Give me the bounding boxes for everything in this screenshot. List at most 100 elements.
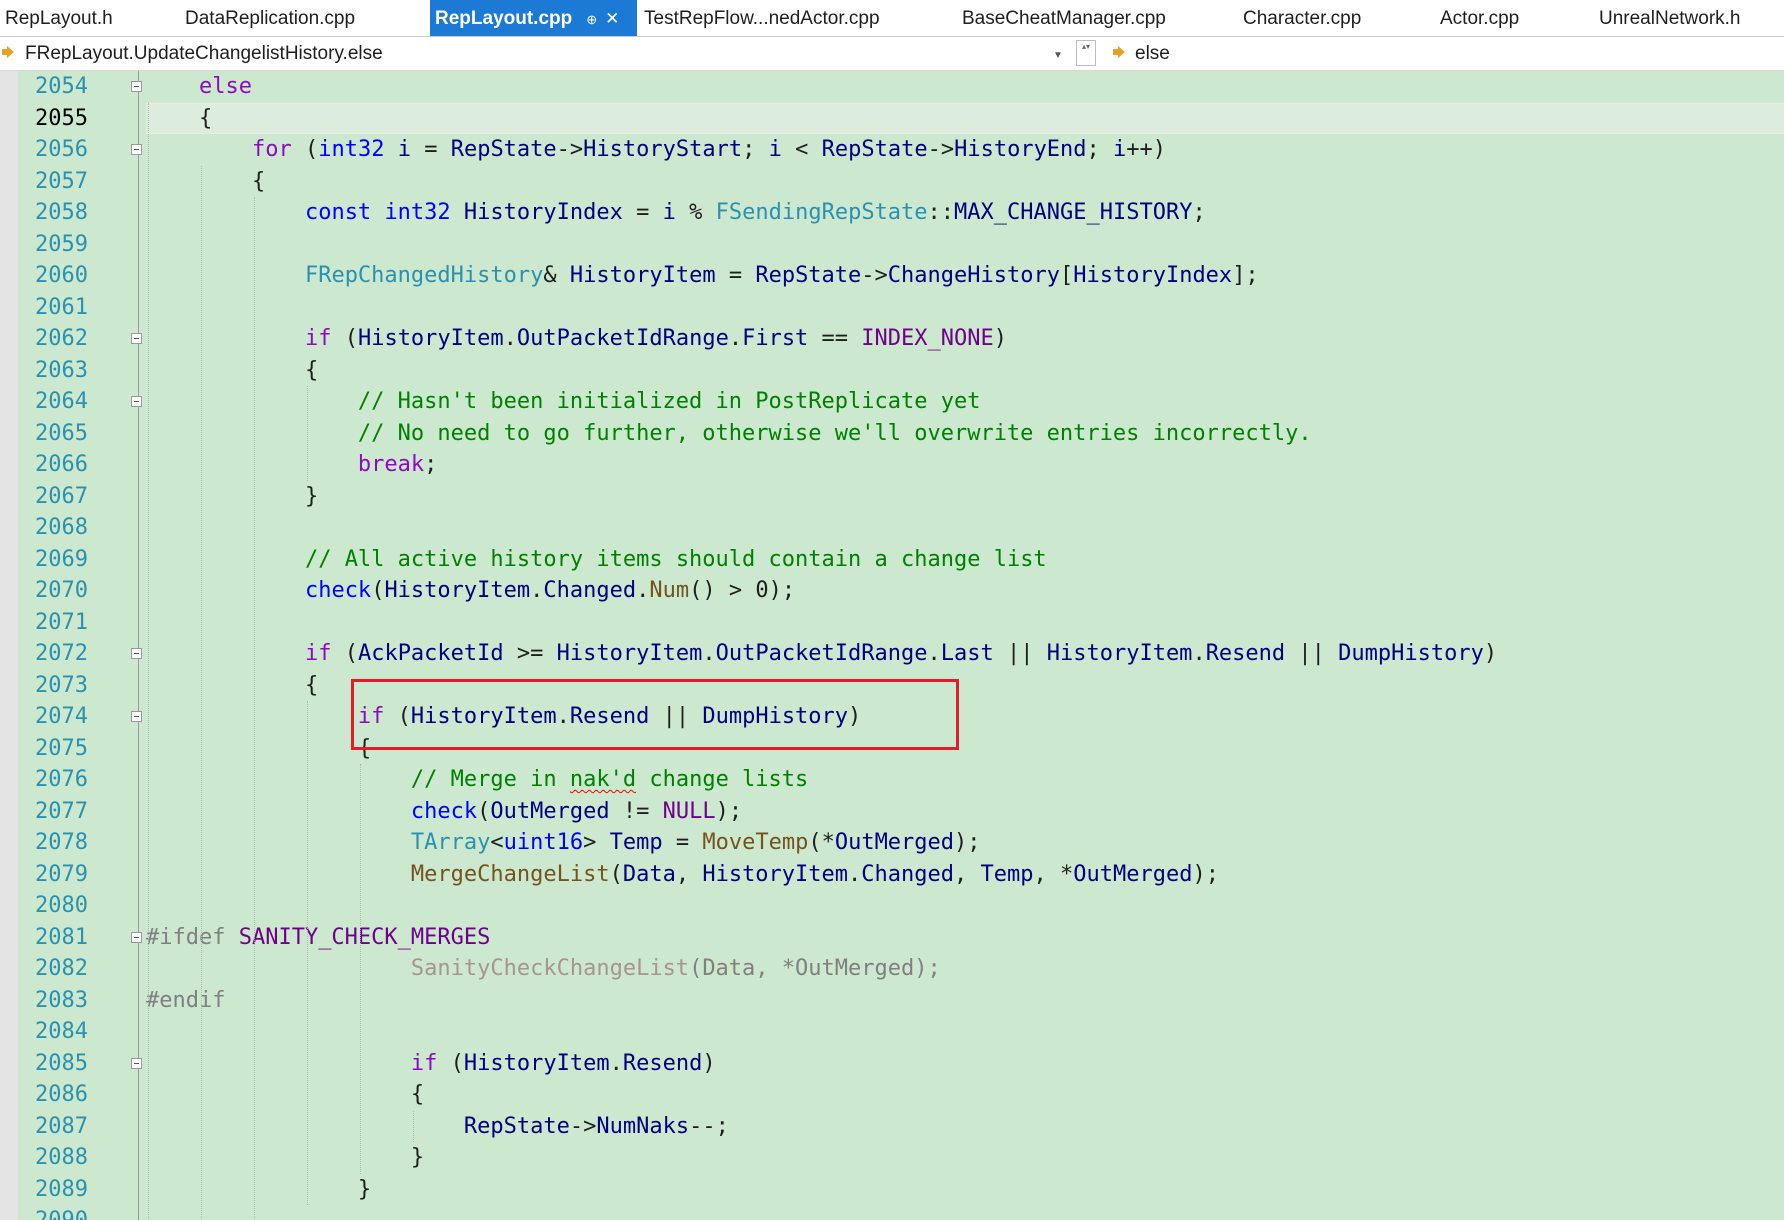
line-code: SanityCheckChangeList(Data, *OutMerged); (146, 953, 941, 985)
code-line[interactable]: 2058 const int32 HistoryIndex = i % FSen… (0, 197, 1784, 229)
code-line[interactable]: 2087 RepState->NumNaks--; (0, 1111, 1784, 1143)
code-token: HistoryIndex (1073, 263, 1233, 288)
code-token: ( (371, 578, 385, 603)
line-number: 2055 (35, 105, 88, 131)
code-line[interactable]: 2067 } (0, 481, 1784, 513)
code-token: Changed (861, 861, 954, 887)
code-token: NULL (662, 798, 716, 824)
code-token: Temp (980, 861, 1034, 887)
code-token: Changed (543, 578, 637, 603)
member-dropdown[interactable]: else (1135, 43, 1170, 65)
code-line[interactable]: 2057 { (0, 166, 1784, 198)
collapse-icon[interactable] (131, 333, 142, 344)
code-line[interactable]: 2068 (0, 512, 1784, 544)
code-token: ) (702, 1050, 716, 1076)
line-code: } (146, 1174, 371, 1206)
code-token: int32 (318, 137, 385, 162)
code-line[interactable]: 2060 FRepChangedHistory& HistoryItem = R… (0, 260, 1784, 292)
line-number: 2064 (35, 389, 88, 414)
code-token: break (357, 452, 425, 477)
tab-character-cpp[interactable]: Character.cpp (1238, 0, 1366, 36)
tab-replayout-cpp[interactable]: RepLayout.cpp ⊕ ✕ (430, 0, 637, 36)
code-line[interactable]: 2070 check(HistoryItem.Changed.Num() > 0… (0, 575, 1784, 607)
code-line[interactable]: 2082 SanityCheckChangeList(Data, *OutMer… (0, 953, 1784, 985)
collapse-icon[interactable] (131, 931, 142, 943)
line-code: { (146, 670, 318, 702)
tab-unrealnetwork-h[interactable]: UnrealNetwork.h (1594, 0, 1746, 36)
code-token: != (609, 798, 663, 824)
line-code: { (146, 166, 265, 198)
code-line[interactable]: 2063 { (0, 355, 1784, 387)
tab-actor-cpp[interactable]: Actor.cpp (1435, 0, 1524, 36)
code-line[interactable]: 2076 // Merge in nak'd change lists (0, 764, 1784, 796)
code-line[interactable]: 2083 #endif (0, 985, 1784, 1017)
code-line[interactable]: 2090 (0, 1205, 1784, 1220)
code-token: ); (715, 798, 743, 824)
tab-replayout-h[interactable]: RepLayout.h (0, 0, 118, 36)
code-line[interactable]: 2064 // Hasn't been initialized in PostR… (0, 386, 1784, 418)
tab-basecheatmanager-cpp[interactable]: BaseCheatManager.cpp (957, 0, 1171, 36)
code-token: MAX_CHANGE_HISTORY (954, 200, 1193, 225)
code-line[interactable]: 2066 break; (0, 449, 1784, 481)
code-line[interactable]: 2084 (0, 1016, 1784, 1048)
collapse-icon[interactable] (131, 396, 142, 407)
line-number: 2090 (20, 1205, 88, 1220)
code-line[interactable]: 2055 { (0, 103, 1784, 135)
code-line[interactable]: 2089 } (0, 1174, 1784, 1206)
code-token: (* (808, 830, 835, 855)
close-icon[interactable]: ✕ (605, 0, 619, 37)
collapse-icon[interactable] (131, 1057, 142, 1069)
code-line[interactable]: 2065 // No need to go further, otherwise… (0, 418, 1784, 450)
code-token: int32 (384, 200, 451, 225)
chevron-down-icon[interactable]: ▼ (1053, 50, 1063, 61)
code-token: // All active history items should conta… (304, 546, 1047, 572)
code-line[interactable]: 2080 (0, 890, 1784, 922)
code-token: ( (477, 798, 491, 824)
code-token: OutMerged (490, 798, 610, 824)
code-line[interactable]: 2062 if (HistoryItem.OutPacketIdRange.Fi… (0, 323, 1784, 355)
code-line[interactable]: 2054 else (0, 71, 1784, 103)
code-line[interactable]: 2079 MergeChangeList(Data, HistoryItem.C… (0, 859, 1784, 891)
code-token: = (715, 263, 756, 288)
code-token: RepState (755, 263, 862, 288)
code-line[interactable]: 2077 check(OutMerged != NULL); (0, 796, 1784, 828)
code-line[interactable]: 2069 // All active history items should … (0, 544, 1784, 576)
code-editor[interactable]: 2054 else 2055 {2056 for (int32 i = RepSt… (0, 71, 1784, 1220)
code-token: ( (609, 861, 623, 887)
tab-datareplication-cpp[interactable]: DataReplication.cpp (180, 0, 360, 36)
collapse-icon[interactable] (131, 81, 142, 92)
code-line[interactable]: 2078 TArray<uint16> Temp = MoveTemp(*Out… (0, 827, 1784, 859)
collapse-icon[interactable] (131, 144, 142, 155)
code-token: { (146, 105, 213, 131)
code-token: ) (1483, 641, 1498, 666)
code-line[interactable]: 2059 (0, 229, 1784, 261)
pin-icon[interactable]: ⊕ (586, 1, 597, 38)
collapse-icon[interactable] (131, 711, 142, 722)
tab-testrepflow-cpp[interactable]: TestRepFlow...nedActor.cpp (639, 0, 885, 36)
code-line[interactable]: 2071 (0, 607, 1784, 639)
code-line[interactable]: 2085 if (HistoryItem.Resend) (0, 1048, 1784, 1080)
tab-label: BaseCheatManager.cpp (962, 8, 1166, 29)
line-code: { (146, 103, 212, 135)
code-line[interactable]: 2056 for (int32 i = RepState->HistorySta… (0, 134, 1784, 166)
scope-dropdown[interactable]: FRepLayout.UpdateChangelistHistory.else (25, 43, 383, 65)
code-line[interactable]: 2061 (0, 292, 1784, 324)
collapse-icon[interactable] (131, 648, 142, 659)
code-token: -> (569, 1113, 597, 1139)
code-line[interactable]: 2072 if (AckPacketId >= HistoryItem.OutP… (0, 638, 1784, 670)
code-line[interactable]: 2088 } (0, 1142, 1784, 1174)
document-tab-bar: RepLayout.h DataReplication.cpp RepLayou… (0, 0, 1784, 37)
code-token: if (410, 1050, 438, 1076)
code-token: i (768, 137, 782, 162)
code-line[interactable]: 2086 { (0, 1079, 1784, 1111)
code-line[interactable]: 2081 #ifdef SANITY_CHECK_MERGES (0, 922, 1784, 954)
line-code: RepState->NumNaks--; (146, 1111, 729, 1143)
line-code: if (HistoryItem.Resend) (146, 1048, 716, 1080)
line-code: // Hasn't been initialized in PostReplic… (146, 386, 981, 418)
scope-spinner[interactable]: ▴▾ (1076, 40, 1096, 66)
navigation-bar: FRepLayout.UpdateChangelistHistory.else … (0, 37, 1784, 71)
